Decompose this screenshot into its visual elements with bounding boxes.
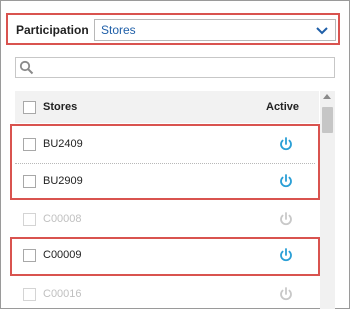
list-item: C00008: [15, 201, 319, 238]
highlight-c00009-row: [10, 237, 320, 276]
search-icon: [19, 60, 34, 75]
chevron-down-icon: [316, 27, 328, 35]
active-column-header: Active: [266, 101, 300, 113]
power-icon[interactable]: [278, 211, 294, 227]
scroll-thumb[interactable]: [322, 107, 333, 133]
search-input[interactable]: [15, 57, 335, 78]
highlight-bu-rows: [10, 124, 320, 200]
power-icon[interactable]: [278, 286, 294, 302]
participation-panel: Participation Stores Stores Active BU240…: [0, 0, 350, 309]
store-code: C00008: [43, 213, 82, 225]
row-checkbox[interactable]: [23, 213, 36, 226]
list-item: C00016: [15, 276, 319, 309]
stores-column-header: Stores: [43, 101, 78, 113]
store-code: C00016: [43, 288, 82, 300]
participation-select-value: Stores: [101, 23, 136, 37]
list-scrollbar[interactable]: [320, 91, 335, 309]
row-checkbox[interactable]: [23, 288, 36, 301]
scroll-up-arrow-icon[interactable]: [323, 94, 331, 99]
select-all-checkbox[interactable]: [23, 101, 36, 114]
participation-select[interactable]: Stores: [94, 19, 336, 41]
list-header: Stores Active: [15, 91, 319, 123]
participation-highlight: Participation Stores: [6, 13, 340, 45]
participation-label: Participation: [16, 23, 89, 37]
